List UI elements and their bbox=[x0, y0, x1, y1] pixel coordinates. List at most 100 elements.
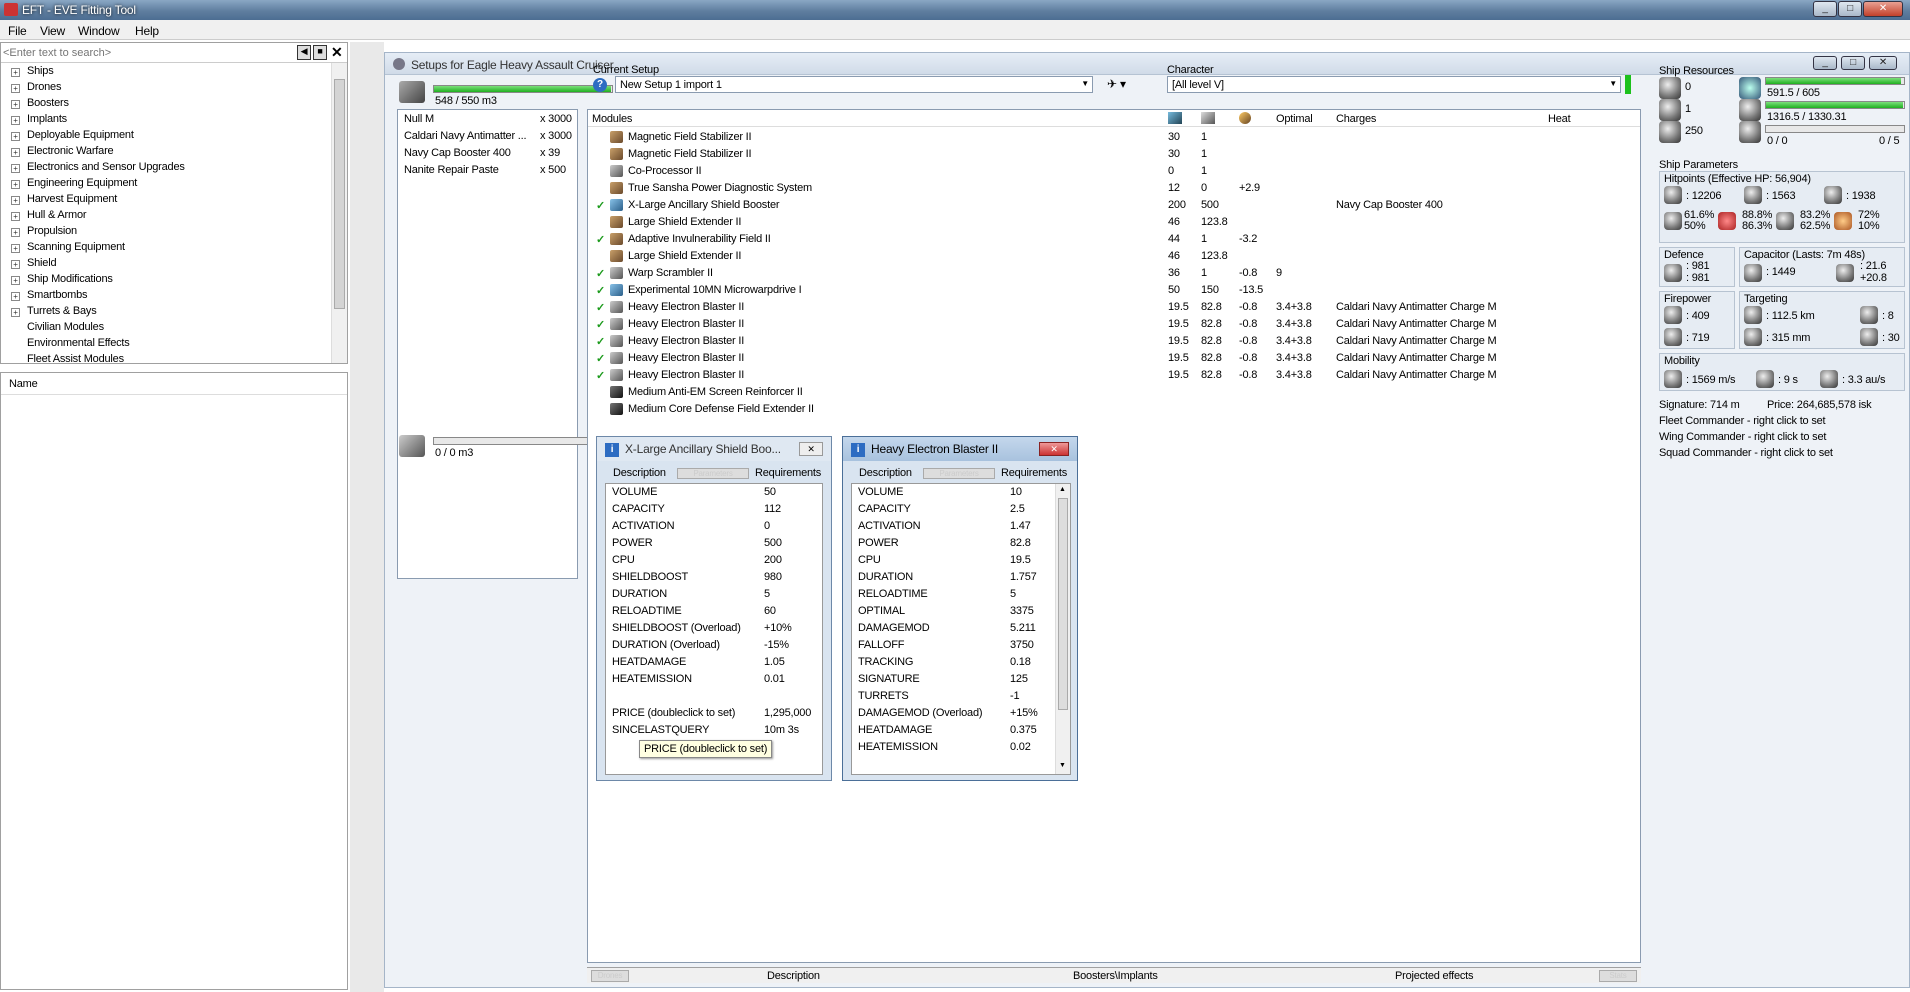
character-dropdown[interactable]: [All level V] ▼ bbox=[1167, 76, 1621, 93]
scroll-thumb[interactable] bbox=[1058, 498, 1068, 710]
module-row[interactable]: ✓ Warp Scrambler II 36 1 -0.8 9 bbox=[588, 265, 1638, 282]
tree-item[interactable]: Ships bbox=[27, 65, 54, 81]
optimal-column-header[interactable]: Optimal bbox=[1276, 113, 1313, 125]
expand-icon[interactable]: + bbox=[11, 164, 20, 173]
expand-icon[interactable]: + bbox=[11, 308, 20, 317]
menu-window[interactable]: Window bbox=[78, 24, 120, 38]
expand-icon[interactable]: + bbox=[11, 148, 20, 157]
module-row[interactable]: ✓ X-Large Ancillary Shield Booster 200 500 N… bbox=[588, 197, 1638, 214]
menu-help[interactable]: Help bbox=[135, 24, 159, 38]
expand-icon[interactable]: + bbox=[11, 244, 20, 253]
name-column-header[interactable]: Name bbox=[1, 373, 347, 395]
tab-description-bottom[interactable]: Description bbox=[767, 970, 820, 982]
tree-item[interactable]: Scanning Equipment bbox=[27, 241, 125, 257]
tab-parameters[interactable]: Parameters bbox=[677, 468, 749, 479]
module-row[interactable]: ✓ Adaptive Invulnerability Field II 44 1 -3.… bbox=[588, 231, 1638, 248]
expand-icon[interactable]: + bbox=[11, 100, 20, 109]
active-check-icon[interactable]: ✓ bbox=[596, 335, 605, 348]
tab-requirements[interactable]: Requirements bbox=[1001, 467, 1067, 479]
help-icon[interactable]: ? bbox=[593, 78, 607, 92]
tree-item[interactable]: Electronics and Sensor Upgrades bbox=[27, 161, 185, 177]
heat-column-header[interactable]: Heat bbox=[1548, 113, 1571, 125]
active-check-icon[interactable]: ✓ bbox=[596, 369, 605, 382]
maximize-button[interactable]: □ bbox=[1838, 1, 1862, 17]
module-row[interactable]: Magnetic Field Stabilizer II 30 1 bbox=[588, 146, 1638, 163]
squad-commander[interactable]: Squad Commander - right click to set bbox=[1659, 447, 1833, 459]
tab-description[interactable]: Description bbox=[613, 467, 666, 479]
info-close-button[interactable]: ✕ bbox=[1039, 442, 1069, 456]
modules-column-header[interactable]: Modules bbox=[592, 113, 632, 125]
charges-column-header[interactable]: Charges bbox=[1336, 113, 1376, 125]
tree-item[interactable]: Electronic Warfare bbox=[27, 145, 114, 161]
active-check-icon[interactable]: ✓ bbox=[596, 301, 605, 314]
tree-item[interactable]: Fleet Assist Modules bbox=[27, 353, 124, 363]
wing-commander[interactable]: Wing Commander - right click to set bbox=[1659, 431, 1826, 443]
tab-parameters[interactable]: Parameters bbox=[923, 468, 995, 479]
tree-item[interactable]: Boosters bbox=[27, 97, 69, 113]
tree-item[interactable]: Harvest Equipment bbox=[27, 193, 117, 209]
tree-item[interactable]: Implants bbox=[27, 113, 67, 129]
module-row[interactable]: Medium Anti-EM Screen Reinforcer II bbox=[588, 384, 1638, 401]
expand-icon[interactable]: + bbox=[11, 116, 20, 125]
active-check-icon[interactable]: ✓ bbox=[596, 233, 605, 246]
clear-search-icon[interactable]: ✕ bbox=[331, 44, 343, 61]
lock-icon[interactable]: ■ bbox=[313, 45, 327, 60]
expand-icon[interactable]: + bbox=[11, 68, 20, 77]
expand-icon[interactable]: + bbox=[11, 228, 20, 237]
tree-item[interactable]: Shield bbox=[27, 257, 57, 273]
back-icon[interactable]: ◀ bbox=[297, 45, 311, 60]
cargo-item[interactable]: Navy Cap Booster 400 x 39 bbox=[404, 147, 574, 164]
tree-scrollbar[interactable] bbox=[331, 63, 347, 363]
splitter[interactable] bbox=[350, 42, 384, 992]
module-row[interactable]: Magnetic Field Stabilizer II 30 1 bbox=[588, 129, 1638, 146]
active-check-icon[interactable]: ✓ bbox=[596, 352, 605, 365]
module-row[interactable]: Large Shield Extender II 46 123.8 bbox=[588, 214, 1638, 231]
fleet-drone-button[interactable]: ✈ ▾ bbox=[1107, 77, 1143, 93]
tab-boosters-implants[interactable]: Boosters\Implants bbox=[1073, 970, 1158, 982]
expand-icon[interactable]: + bbox=[11, 260, 20, 269]
setup-dropdown[interactable]: New Setup 1 import 1 ▼ bbox=[615, 76, 1093, 93]
active-check-icon[interactable]: ✓ bbox=[596, 284, 605, 297]
expand-icon[interactable]: + bbox=[11, 132, 20, 141]
info-close-button[interactable]: ✕ bbox=[799, 442, 823, 456]
active-check-icon[interactable]: ✓ bbox=[596, 267, 605, 280]
tree-item[interactable]: Drones bbox=[27, 81, 61, 97]
expand-icon[interactable]: + bbox=[11, 196, 20, 205]
expand-icon[interactable]: + bbox=[11, 180, 20, 189]
cargo-item[interactable]: Null M x 3000 bbox=[404, 113, 574, 130]
module-row[interactable]: Large Shield Extender II 46 123.8 bbox=[588, 248, 1638, 265]
expand-icon[interactable]: + bbox=[11, 84, 20, 93]
minimize-button[interactable]: _ bbox=[1813, 1, 1837, 17]
tree-item[interactable]: Environmental Effects bbox=[27, 337, 130, 353]
stats-button[interactable]: Stats bbox=[1599, 970, 1637, 982]
tree-item[interactable]: Smartbombs bbox=[27, 289, 88, 305]
expand-icon[interactable]: + bbox=[11, 292, 20, 301]
module-row[interactable]: ✓ Heavy Electron Blaster II 19.5 82.8 -0.8 3.… bbox=[588, 367, 1638, 384]
module-row[interactable]: ✓ Heavy Electron Blaster II 19.5 82.8 -0.8 3.… bbox=[588, 316, 1638, 333]
tree-item[interactable]: Civilian Modules bbox=[27, 321, 104, 337]
module-row[interactable]: ✓ Heavy Electron Blaster II 19.5 82.8 -0.8 3.… bbox=[588, 299, 1638, 316]
active-check-icon[interactable]: ✓ bbox=[596, 318, 605, 331]
module-row[interactable]: True Sansha Power Diagnostic System 12 0 +2… bbox=[588, 180, 1638, 197]
module-row[interactable]: ✓ Heavy Electron Blaster II 19.5 82.8 -0.8 3.… bbox=[588, 333, 1638, 350]
cargo-item[interactable]: Caldari Navy Antimatter ... x 3000 bbox=[404, 130, 574, 147]
scroll-up-icon[interactable]: ▲ bbox=[1059, 486, 1066, 493]
tab-projected-effects[interactable]: Projected effects bbox=[1395, 970, 1474, 982]
menu-view[interactable]: View bbox=[40, 24, 65, 38]
scroll-down-icon[interactable]: ▼ bbox=[1059, 762, 1066, 769]
active-check-icon[interactable]: ✓ bbox=[596, 199, 605, 212]
drones-button[interactable]: Drones bbox=[591, 970, 629, 982]
tree-item[interactable]: Deployable Equipment bbox=[27, 129, 134, 145]
module-row[interactable]: ✓ Experimental 10MN Microwarpdrive I 50 150… bbox=[588, 282, 1638, 299]
tab-requirements[interactable]: Requirements bbox=[755, 467, 821, 479]
close-button[interactable]: ✕ bbox=[1863, 1, 1903, 17]
module-row[interactable]: Co-Processor II 0 1 bbox=[588, 163, 1638, 180]
tree-item[interactable]: Turrets & Bays bbox=[27, 305, 97, 321]
info-scrollbar[interactable]: ▲ ▼ bbox=[1055, 484, 1070, 774]
expand-icon[interactable]: + bbox=[11, 276, 20, 285]
module-row[interactable]: ✓ Heavy Electron Blaster II 19.5 82.8 -0.8 3.… bbox=[588, 350, 1638, 367]
cargo-list[interactable]: Null M x 3000 Caldari Navy Antimatter ... x… bbox=[397, 109, 578, 579]
expand-icon[interactable]: + bbox=[11, 212, 20, 221]
fleet-commander[interactable]: Fleet Commander - right click to set bbox=[1659, 415, 1826, 427]
cargo-item[interactable]: Nanite Repair Paste x 500 bbox=[404, 164, 574, 181]
